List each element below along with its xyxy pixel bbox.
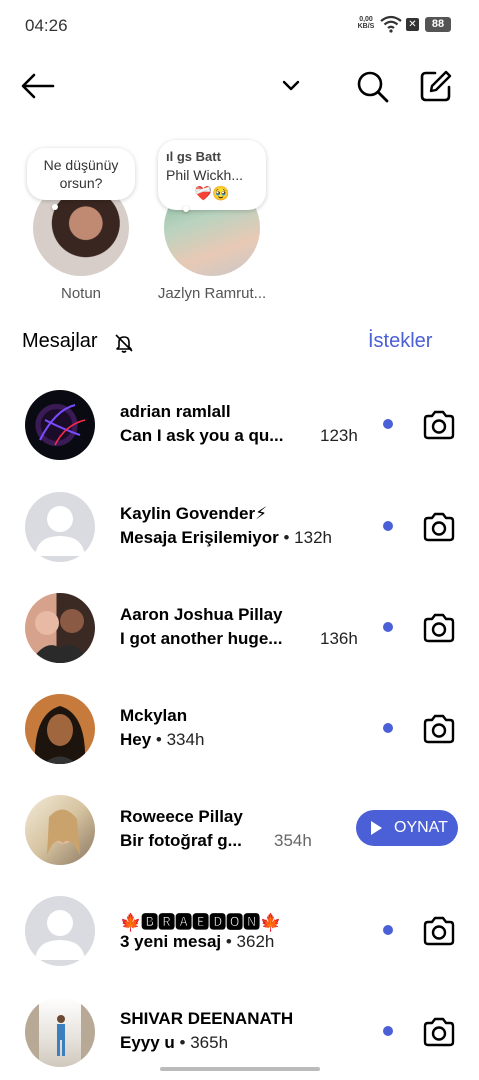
message-preview: Mesaja Erişilemiyor • 132h: [120, 528, 332, 548]
contact-name: Roweece Pillay: [120, 807, 243, 826]
message-row[interactable]: Kaylin Govender⚡ Mesaja Erişilemiyor • 1…: [0, 492, 479, 592]
compose-icon[interactable]: [418, 68, 454, 104]
message-preview-text: Eyyy u: [120, 1033, 175, 1052]
note-bubble[interactable]: Ne düşünüy orsun?: [27, 148, 135, 200]
status-time: 04:26: [25, 16, 68, 35]
chevron-down-icon[interactable]: [280, 74, 302, 96]
contact-name: SHIVAR DEENANATH: [120, 1009, 294, 1028]
camera-icon[interactable]: [421, 407, 457, 443]
message-preview-text: Mesaja Erişilemiyor: [120, 528, 279, 547]
search-icon[interactable]: [354, 68, 390, 104]
wifi-icon: [380, 15, 402, 33]
own-note-label: Notun: [60, 285, 102, 302]
avatar: [25, 997, 95, 1067]
camera-icon[interactable]: [421, 913, 457, 949]
unread-dot: [383, 1026, 393, 1036]
status-bar: 04:26 0,00 KB/S ✕ 88: [0, 0, 479, 52]
network-speed: 0,00 KB/S: [356, 16, 376, 30]
requests-link[interactable]: İstekler: [368, 330, 432, 353]
message-row[interactable]: Mckylan Hey • 334h: [0, 694, 479, 794]
music-note-artist: Phil Wickh...: [166, 167, 244, 183]
camera-icon[interactable]: [421, 1014, 457, 1050]
net-speed-value: 0,00: [359, 16, 373, 23]
message-time: 123h: [320, 426, 358, 445]
music-note-emoji: ❤️‍🩹🥹: [194, 185, 230, 201]
play-button[interactable]: OYNAT: [356, 810, 458, 846]
unread-dot: [383, 723, 393, 733]
avatar: [25, 593, 95, 663]
message-row[interactable]: Roweece Pillay Bir fotoğraf g... 354h OY…: [0, 795, 479, 895]
unread-dot: [383, 521, 393, 531]
home-indicator[interactable]: [160, 1067, 320, 1071]
contact-name: adrian ramlall: [120, 402, 231, 421]
default-avatar: [25, 896, 95, 966]
muted-bell-icon[interactable]: [114, 333, 134, 353]
message-time: 136h: [320, 629, 358, 648]
message-time: 354h: [274, 831, 312, 850]
message-preview: 3 yeni mesaj • 362h: [120, 932, 274, 952]
message-preview: Hey • 334h: [120, 730, 204, 750]
messages-section-title: Mesajlar: [22, 330, 98, 352]
message-time: • 132h: [283, 528, 333, 547]
camera-icon[interactable]: [421, 509, 457, 545]
camera-icon[interactable]: [421, 711, 457, 747]
message-row[interactable]: adrian ramlall Can I ask you a qu... 123…: [0, 390, 479, 490]
unread-dot: [383, 925, 393, 935]
contact-name: Kaylin Govender⚡: [120, 504, 268, 523]
music-note-track: ıl gs Batt: [166, 149, 221, 164]
message-preview: Can I ask you a qu...: [120, 426, 284, 445]
contact-name: Aaron Joshua Pillay: [120, 605, 283, 624]
play-button-label: OYNAT: [394, 819, 448, 836]
message-preview: Bir fotoğraf g...: [120, 831, 242, 850]
avatar: [25, 694, 95, 764]
message-row[interactable]: 🍁🅱🆁🅰🅴🅳🅾🅽🍁 3 yeni mesaj • 362h: [0, 896, 479, 996]
battery-icon: 88: [425, 17, 451, 32]
note-bubble-tail: [52, 204, 58, 210]
avatar: [25, 795, 95, 865]
unread-dot: [383, 622, 393, 632]
sim-off-icon: ✕: [406, 18, 419, 31]
avatar: [25, 390, 95, 460]
message-preview-text: Hey: [120, 730, 152, 749]
message-preview: I got another huge...: [120, 629, 283, 648]
net-speed-unit: KB/S: [357, 23, 375, 30]
unread-dot: [383, 419, 393, 429]
back-arrow-icon[interactable]: [20, 70, 56, 102]
default-avatar: [25, 492, 95, 562]
message-preview: Eyyy u • 365h: [120, 1033, 228, 1053]
note-bubble-tail: [183, 206, 189, 212]
message-time: • 365h: [179, 1033, 229, 1052]
play-icon: [371, 821, 382, 835]
message-time: • 362h: [225, 932, 275, 951]
contact-note-label: Jazlyn Ramrut...: [157, 285, 267, 302]
message-preview-text: 3 yeni mesaj: [120, 932, 222, 951]
camera-icon[interactable]: [421, 610, 457, 646]
music-note-bubble[interactable]: ıl gs Batt Phil Wickh... ❤️‍🩹🥹: [158, 140, 266, 210]
message-time: • 334h: [155, 730, 205, 749]
note-bubble-text: Ne düşünüy orsun?: [43, 157, 119, 191]
contact-name: Mckylan: [120, 706, 188, 725]
contact-name: 🍁🅱🆁🅰🅴🅳🅾🅽🍁: [120, 913, 282, 932]
message-row[interactable]: Aaron Joshua Pillay I got another huge..…: [0, 593, 479, 693]
